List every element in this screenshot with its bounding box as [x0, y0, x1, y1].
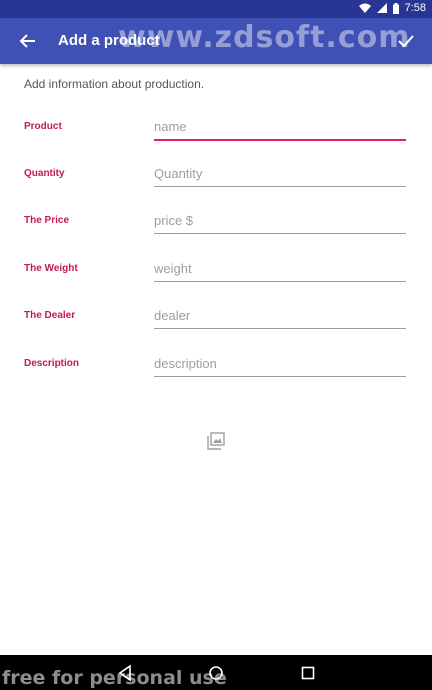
nav-recents-icon[interactable] [298, 663, 318, 683]
dealer-label: The Dealer [24, 310, 76, 321]
form-row-description: Description [0, 350, 432, 384]
watermark-bottom: free for personal use [2, 667, 227, 689]
form-row-weight: The Weight [0, 255, 432, 289]
description-input[interactable] [154, 350, 406, 377]
form-subtitle: Add information about production. [24, 77, 205, 91]
quantity-input[interactable] [154, 160, 406, 187]
weight-input[interactable] [154, 255, 406, 282]
weight-label: The Weight [24, 263, 78, 274]
status-icons: 7:58 [358, 2, 426, 14]
product-label: Product [24, 121, 62, 132]
page-title: Add a product [58, 32, 160, 49]
form-row-dealer: The Dealer [0, 302, 432, 336]
product-input[interactable] [154, 113, 406, 141]
image-icon[interactable] [207, 432, 225, 450]
price-input[interactable] [154, 207, 406, 234]
status-bar: 7:58 [0, 0, 432, 18]
dealer-input[interactable] [154, 302, 406, 329]
form-row-product: Product [0, 113, 432, 147]
watermark-top: www.zdsoft.com [118, 20, 411, 55]
quantity-label: Quantity [24, 168, 65, 179]
battery-icon [392, 2, 399, 14]
form-row-price: The Price [0, 207, 432, 241]
check-icon[interactable] [394, 29, 418, 53]
app-bar: www.zdsoft.com Add a product [0, 18, 432, 64]
back-arrow-icon[interactable] [16, 29, 40, 53]
status-time: 7:58 [404, 2, 426, 14]
signal-icon [376, 3, 387, 13]
wifi-icon [358, 3, 371, 13]
price-label: The Price [24, 215, 70, 226]
description-label: Description [24, 358, 80, 369]
form-row-quantity: Quantity [0, 160, 432, 194]
